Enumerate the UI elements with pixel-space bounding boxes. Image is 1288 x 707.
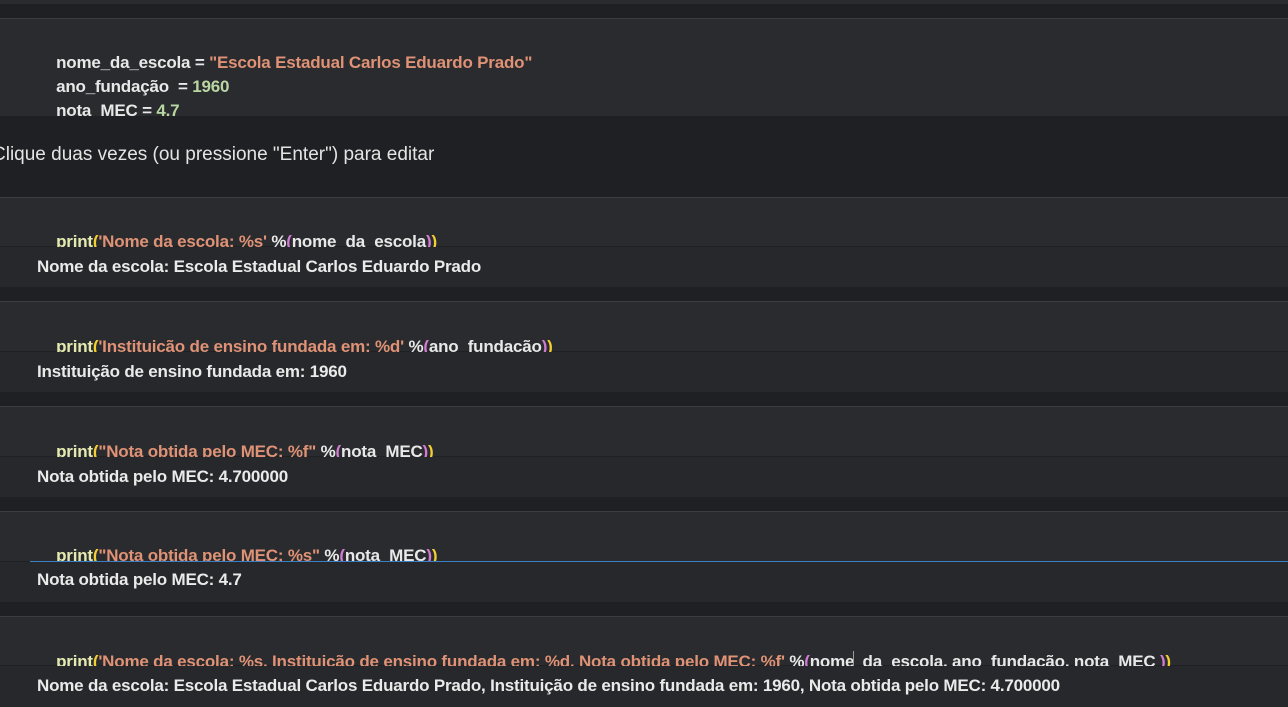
- previous-cell-fragment: [0, 0, 1288, 4]
- output-cell-4: Nota obtida pelo MEC: 4.7: [0, 562, 1288, 602]
- code-cell-1[interactable]: print('Nome da escola: %s' %(nome_da_esc…: [0, 198, 1288, 251]
- code-cell-3[interactable]: print("Nota obtida pelo MEC: %f" %(nota_…: [0, 407, 1288, 461]
- output-cell-3: Nota obtida pelo MEC: 4.700000: [0, 457, 1288, 497]
- string-literal: "Escola Estadual Carlos Eduardo Prado": [209, 53, 533, 72]
- output-cell-2: Instituição de ensino fundada em: 1960: [0, 352, 1288, 392]
- output-cell-5: Nome da escola: Escola Estadual Carlos E…: [0, 666, 1288, 707]
- output-text: Nota obtida pelo MEC: 4.7: [37, 570, 242, 589]
- output-text: Nome da escola: Escola Estadual Carlos E…: [37, 257, 482, 276]
- code-cell-variables[interactable]: nome_da_escola = "Escola Estadual Carlos…: [0, 19, 1288, 120]
- output-text: Instituição de ensino fundada em: 1960: [37, 362, 347, 381]
- code-cell-4[interactable]: print("Nota obtida pelo MEC: %s" %(nota_…: [0, 512, 1288, 565]
- number-literal: 1960: [192, 77, 230, 96]
- code-cell-5[interactable]: print('Nome da escola: %s, Instituição d…: [0, 617, 1288, 671]
- output-text: Nota obtida pelo MEC: 4.700000: [37, 467, 288, 486]
- text-cell[interactable]: Clique duas vezes (ou pressione "Enter")…: [0, 116, 1288, 198]
- output-cell-1: Nome da escola: Escola Estadual Carlos E…: [0, 247, 1288, 287]
- output-text: Nome da escola: Escola Estadual Carlos E…: [37, 676, 1060, 695]
- text-cell-placeholder: Clique duas vezes (ou pressione "Enter")…: [0, 144, 435, 165]
- code-cell-2[interactable]: print('Instituição de ensino fundada em:…: [0, 302, 1288, 356]
